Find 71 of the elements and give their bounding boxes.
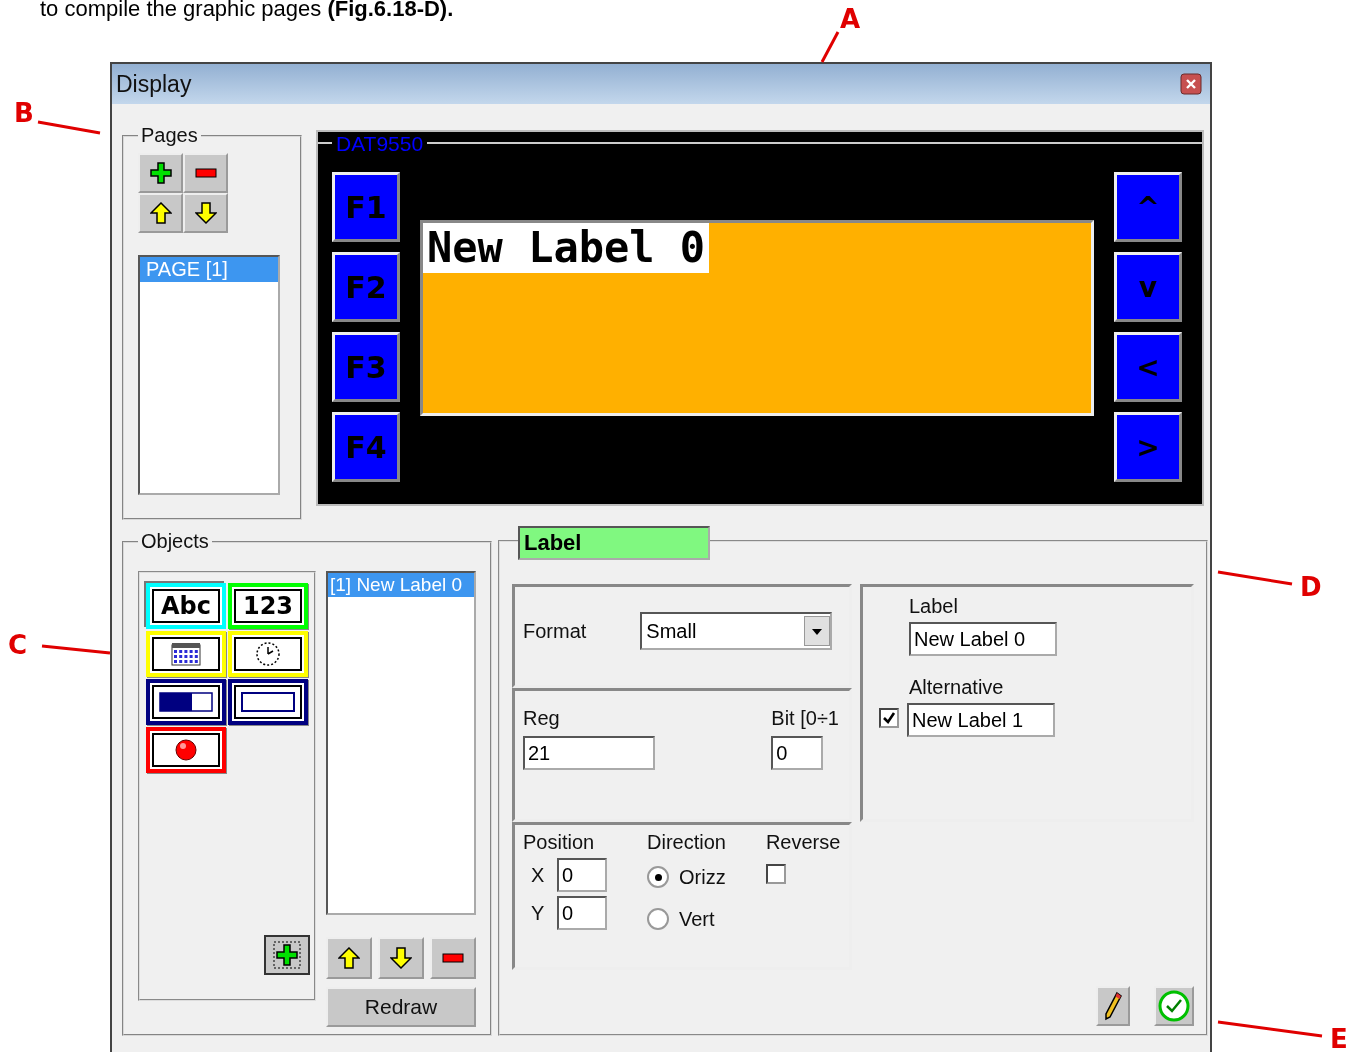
group-title: Objects [140,530,210,553]
label-title: Label [909,595,959,618]
alternative-input[interactable]: New Label 1 [907,703,1055,737]
leader-line [41,644,111,655]
object-type-label: Label [518,526,710,560]
alternative-title: Alternative [909,676,1005,699]
text-tool-button[interactable]: Abc [146,583,226,629]
window-title: Display [116,70,192,98]
add-object-button[interactable] [264,935,310,975]
callout-letter: B [14,98,34,128]
down-arrow-icon [390,947,412,969]
clock-tool-button[interactable] [228,631,308,677]
x-label: X [531,863,546,887]
direction-radio[interactable] [647,908,669,930]
format-dropdown[interactable]: Small [640,612,833,650]
bit-input[interactable]: 0 [771,736,824,770]
checkmark-icon [1158,990,1190,1022]
up-arrow-icon [338,947,360,969]
callout-letter: D [1300,572,1322,602]
edit-button[interactable] [1096,986,1130,1026]
field-icon [241,692,295,712]
pencil-icon [1103,991,1123,1021]
move-up-button[interactable] [326,937,372,979]
field-tool-button[interactable] [228,679,308,725]
number-tool-button[interactable]: 123 [228,583,308,629]
callout-letter: A [840,4,861,34]
remove-page-button[interactable] [183,153,228,193]
position-label: Position [523,831,596,854]
label-input[interactable]: New Label 0 [909,622,1057,656]
reverse-label: Reverse [765,831,841,854]
calendar-icon [171,642,201,666]
plus-icon [149,162,172,184]
callout-letter: E [1330,1024,1347,1052]
clock-icon [255,641,281,667]
x-input[interactable]: 0 [557,858,607,892]
date-tool-button[interactable] [146,631,226,677]
leader-line [37,120,101,135]
minus-icon [442,953,464,963]
callout-letter: C [8,630,28,660]
bar-tool-button[interactable] [146,679,226,725]
group-title: Pages [140,124,199,147]
reg-input[interactable]: 21 [523,736,655,770]
caption-text: to compile the graphic pages (Fig.6.18-D). [40,0,454,22]
direction-option-label: Vert [679,907,715,931]
reg-label: Reg [523,707,561,730]
screen-label: New Label 0 [423,223,710,273]
leader-line [820,31,840,63]
reverse-checkbox[interactable] [765,864,786,884]
lamp-icon [175,739,197,761]
format-label: Format [523,619,587,643]
lamp-tool-button[interactable] [146,727,226,773]
bar-graph-icon [159,692,213,712]
move-down-button[interactable] [378,937,424,979]
add-page-button[interactable] [138,153,183,193]
y-input[interactable]: 0 [557,896,607,930]
direction-radio[interactable] [647,866,669,888]
move-down-button[interactable] [183,193,228,233]
confirm-button[interactable] [1154,986,1194,1026]
move-up-button[interactable] [138,193,183,233]
up-arrow-icon [149,202,172,224]
direction-label: Direction [647,831,726,854]
alternative-checkbox[interactable] [879,708,899,728]
close-icon[interactable] [1180,73,1202,95]
minus-icon [194,168,217,178]
delete-button[interactable] [430,937,476,979]
y-label: Y [531,901,546,925]
redraw-button[interactable]: Redraw [326,987,476,1027]
bit-label: Bit [0÷1 [771,707,839,730]
direction-option-label: Orizz [679,865,726,889]
down-arrow-icon [194,202,217,224]
plus-icon [273,941,301,969]
